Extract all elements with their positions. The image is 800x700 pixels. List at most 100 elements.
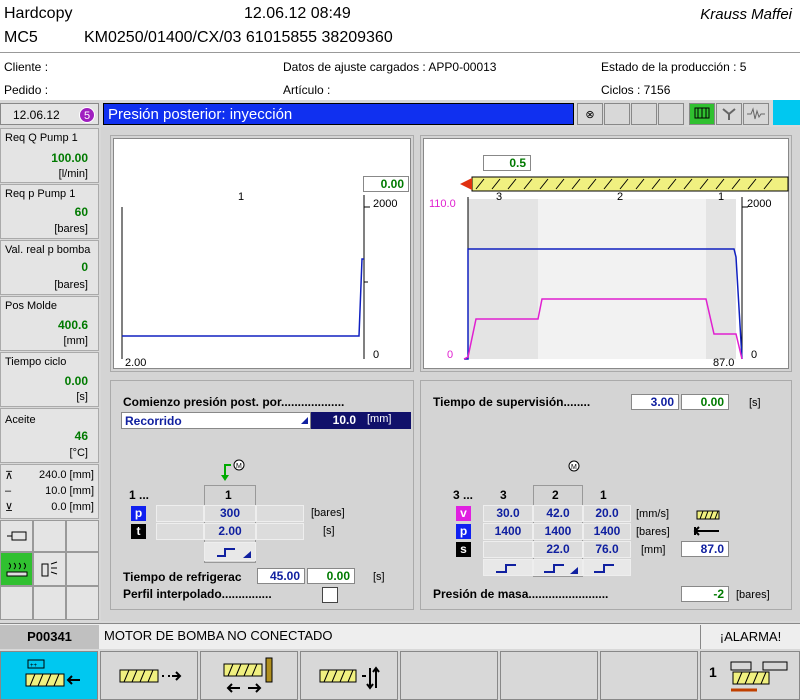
sidebar-value: 400.6 (57, 318, 88, 332)
svg-text:M: M (571, 464, 577, 471)
footer-empty-button-2[interactable] (500, 651, 598, 700)
pos-min-value: 0.0 [mm] (51, 501, 94, 513)
p-stage1-input[interactable]: 300 (204, 505, 256, 522)
p-unit: [bares] (311, 507, 345, 519)
cooling-time-label: Tiempo de refrigerac (123, 570, 242, 584)
cliente-label: Cliente : (4, 60, 49, 74)
cooling-time-unit: [s] (373, 571, 385, 583)
footer-screw-settings-button[interactable]: 1 (700, 651, 800, 700)
v-stage2-input[interactable]: 42.0 (533, 505, 583, 522)
holding-mode-value[interactable]: 10.0 (311, 412, 361, 429)
injection-params-panel: Tiempo de supervisión........ 3.00 0.00 … (420, 380, 792, 610)
production-info: Cliente : Pedido : Datos de ajuste carga… (0, 52, 800, 100)
side-button-8[interactable] (33, 586, 66, 620)
footer-empty-button-1[interactable] (400, 651, 498, 700)
sidebar-label: Req Q Pump 1 (5, 132, 78, 144)
screw-injection-icon (693, 510, 720, 536)
t-stage-empty (156, 523, 204, 540)
holding-x-left: 2.00 (125, 357, 147, 369)
s-stage1-input[interactable]: 76.0 (583, 541, 631, 558)
stage2-profile-button[interactable] (533, 559, 583, 576)
help-corner-button[interactable] (773, 100, 800, 125)
injection-y-right-max: 2000 (747, 198, 772, 210)
level-badge: 5 (79, 107, 95, 123)
holding-mode-unit: [mm] (361, 412, 411, 429)
side-button-9[interactable] (66, 586, 99, 620)
alarm-indicator[interactable]: ¡ALARMA! (700, 625, 800, 649)
footer-nozzle-button[interactable] (200, 651, 298, 700)
screw-back-icon: ++ (25, 659, 80, 686)
nozzle-icon (6, 531, 26, 541)
footer-injection-back-button[interactable]: ++ (0, 651, 98, 700)
footer-injection-forward-button[interactable] (100, 651, 198, 700)
toolbar-button-3[interactable] (658, 103, 684, 125)
step-profile-icon (217, 548, 251, 558)
cooling-time-setpoint[interactable]: 45.00 (257, 568, 305, 584)
injection-col-3: 3 (500, 488, 507, 502)
holding-col-1: 1 (225, 488, 232, 502)
holding-col-prefix: 1 ... (129, 488, 150, 502)
s-stage2-input[interactable]: 22.0 (533, 541, 583, 558)
v-label-box: v (456, 506, 471, 521)
sidebar-value: 0.00 (64, 374, 88, 388)
nozzle-button[interactable] (0, 520, 33, 552)
footer-empty-button-3[interactable] (600, 651, 698, 700)
cancel-icon[interactable]: ⊗ (577, 103, 603, 125)
v-stage3-input[interactable]: 30.0 (483, 505, 533, 522)
injection-unit-icon: M (221, 459, 245, 481)
step-profile-icon (544, 564, 578, 574)
melt-pressure-label: Presión de masa........................ (433, 587, 609, 601)
stage2-zone (538, 199, 706, 359)
stage1-profile-button[interactable] (583, 559, 631, 576)
interpolated-profile-checkbox[interactable] (322, 587, 338, 603)
injection-y-left-max: 110.0 (429, 198, 456, 210)
stage3-profile-button[interactable] (483, 559, 533, 576)
pos-min-icon: ⊻ (5, 502, 14, 514)
s-stage3-input[interactable] (483, 541, 533, 558)
supervision-time-setpoint[interactable]: 3.00 (631, 394, 679, 410)
p-stage2-input[interactable]: 1400 (533, 523, 583, 540)
dropdown-corner-icon (301, 417, 308, 424)
p-stage1-input[interactable]: 1400 (583, 523, 631, 540)
stage3-zone (468, 199, 538, 359)
side-button-7[interactable] (0, 586, 33, 620)
injection-plot (423, 138, 789, 369)
signal-wave-icon[interactable] (743, 103, 769, 125)
melt-pressure-value: -2 (681, 586, 729, 602)
screen-grid-icon[interactable] (689, 103, 715, 125)
footer-decompression-button[interactable] (300, 651, 398, 700)
injection-col-2: 2 (552, 488, 559, 502)
spray-icon (41, 561, 57, 577)
side-button-6[interactable] (66, 552, 99, 586)
profile-shape-button[interactable] (204, 542, 256, 561)
s-unit: [mm] (641, 544, 666, 556)
header-title: Hardcopy (4, 5, 73, 22)
fork-icon[interactable] (716, 103, 742, 125)
toolbar-button-2[interactable] (631, 103, 657, 125)
holding-stage-label: 1 (238, 191, 245, 203)
side-button-3[interactable] (66, 520, 99, 552)
spray-button[interactable] (33, 552, 66, 586)
t-unit: [s] (323, 525, 335, 537)
brand-logo: Krauss Maffei (700, 6, 792, 23)
p-stage3-input[interactable]: 1400 (483, 523, 533, 540)
machine-code: KM0250/01400/CX/03 61015855 38209360 (84, 29, 393, 46)
heating-button[interactable] (0, 552, 33, 586)
sidebar-value: 46 (74, 429, 88, 443)
v-stage1-input[interactable]: 20.0 (583, 505, 631, 522)
current-date: 12.06.12 (13, 108, 60, 122)
holding-pressure-plot (113, 138, 411, 369)
holding-pressure-svg (121, 195, 370, 359)
sidebar-oil-temp: Aceite 46 [°C] (0, 408, 99, 463)
motor-icon: M (568, 460, 580, 472)
side-button-2[interactable] (33, 520, 66, 552)
injection-y-left-min: 0 (447, 349, 454, 361)
injection-stage1: 1 (718, 191, 725, 203)
t-stage1-input[interactable]: 2.00 (204, 523, 256, 540)
toolbar-button-1[interactable] (604, 103, 630, 125)
v-unit: [mm/s] (636, 508, 669, 520)
screw-tool-icon (730, 661, 788, 692)
step-profile-icon (594, 564, 614, 573)
holding-mode-select[interactable]: Recorrido (121, 412, 311, 429)
nozzle-contact-icon (223, 657, 273, 693)
